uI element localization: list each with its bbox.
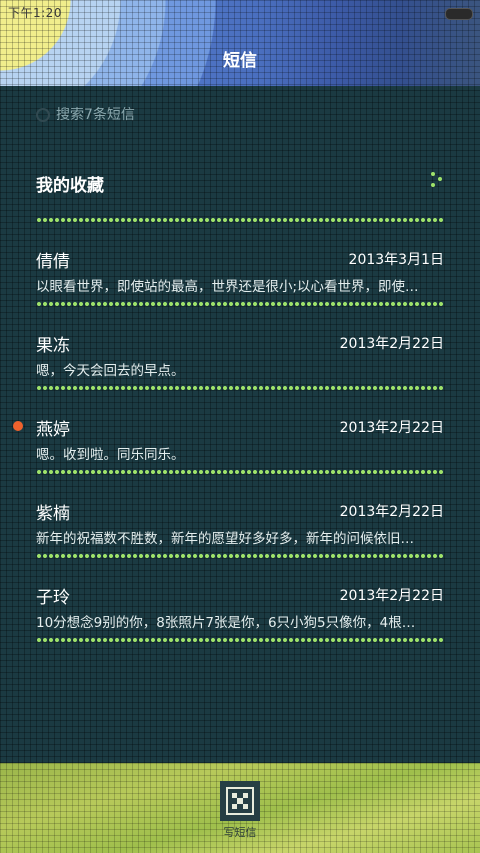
message-item[interactable]: 子玲 2013年2月22日 10分想念9别的你，8张照片7张是你，6只小狗5只像… [36, 583, 444, 643]
search-input[interactable] [56, 107, 356, 123]
unread-indicator [13, 421, 23, 431]
favorites-label: 我的收藏 [36, 176, 104, 196]
message-item[interactable]: 紫楠 2013年2月22日 新年的祝福数不胜数，新年的愿望好多好多，新年的问候依… [36, 499, 444, 559]
search-icon [36, 108, 50, 122]
divider [36, 302, 444, 306]
contact-name: 紫楠 [36, 504, 70, 524]
message-date: 2013年2月22日 [339, 336, 444, 352]
page-title: 短信 [223, 51, 257, 71]
message-date: 2013年2月22日 [339, 588, 444, 604]
share-dots-icon[interactable] [430, 171, 444, 189]
divider [36, 470, 444, 474]
compose-button[interactable]: 写短信 [212, 779, 268, 849]
message-item[interactable]: 燕婷 2013年2月22日 嗯。收到啦。同乐同乐。 [13, 415, 444, 475]
contact-name: 燕婷 [36, 420, 70, 440]
divider [36, 386, 444, 390]
contact-name: 果冻 [36, 336, 70, 356]
bottom-toolbar: 写短信 [0, 763, 480, 853]
header-bar: 下午1:20 短信 [0, 0, 480, 86]
compose-icon [220, 781, 260, 821]
message-item[interactable]: 果冻 2013年2月22日 嗯，今天会回去的早点。 [36, 331, 444, 391]
message-date: 2013年2月22日 [339, 420, 444, 436]
message-date: 2013年2月22日 [339, 504, 444, 520]
message-item[interactable]: 倩倩 2013年3月1日 以眼看世界，即使站的最高，世界还是很小;以心看世界，即… [36, 247, 444, 307]
battery-icon [445, 8, 473, 20]
contact-name: 子玲 [36, 588, 70, 608]
contact-name: 倩倩 [36, 252, 70, 272]
message-preview: 嗯。收到啦。同乐同乐。 [36, 447, 185, 463]
message-preview: 新年的祝福数不胜数，新年的愿望好多好多，新年的问候依旧… [36, 531, 414, 547]
compose-label: 写短信 [223, 826, 257, 839]
status-time: 下午1:20 [8, 6, 62, 20]
message-preview: 嗯，今天会回去的早点。 [36, 363, 185, 379]
search-bar[interactable] [36, 102, 436, 128]
message-date: 2013年3月1日 [348, 252, 444, 268]
favorites-row[interactable]: 我的收藏 [36, 168, 444, 198]
divider [36, 638, 444, 642]
message-preview: 以眼看世界，即使站的最高，世界还是很小;以心看世界，即使… [36, 279, 419, 295]
divider [36, 218, 444, 222]
divider [36, 554, 444, 558]
message-preview: 10分想念9别的你，8张照片7张是你，6只小狗5只像你，4根… [36, 615, 416, 631]
